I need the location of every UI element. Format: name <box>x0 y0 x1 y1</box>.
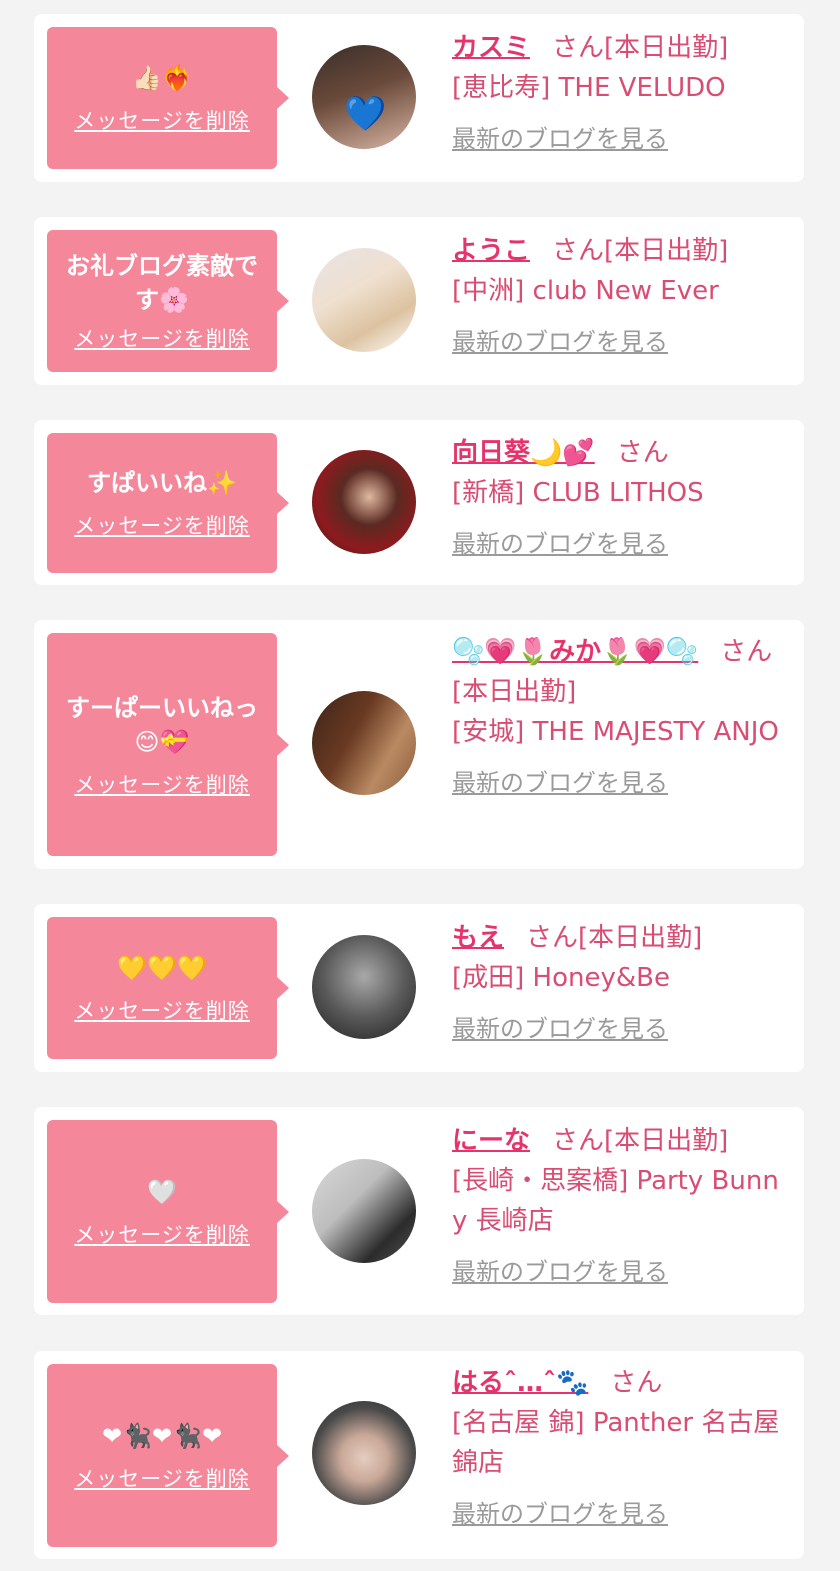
cast-info: 向日葵🌙💕 さん [新橋] CLUB LITHOS 最新のブログを見る <box>452 433 792 561</box>
message-bubble: 💛💛💛 メッセージを削除 <box>47 917 289 1059</box>
message-text: すーぱーいいねっ😊💝 <box>66 693 258 756</box>
cast-name-link[interactable]: 向日葵🌙💕 <box>452 438 595 468</box>
message-text: お礼ブログ素敵です🌸 <box>66 252 258 314</box>
honorific: さん <box>616 438 669 468</box>
delete-message-link[interactable]: メッセージを削除 <box>74 323 250 353</box>
delete-message-link[interactable]: メッセージを削除 <box>74 995 250 1025</box>
cast-name-link[interactable]: ようこ <box>452 236 530 266</box>
message-text: すぱいいね✨ <box>87 469 237 497</box>
delete-message-link[interactable]: メッセージを削除 <box>74 769 250 799</box>
honorific: さん <box>552 1126 605 1156</box>
avatar[interactable] <box>312 691 416 795</box>
honorific: さん <box>720 637 773 667</box>
message-bubble: 🤍 メッセージを削除 <box>47 1120 289 1303</box>
message-bubble: 👍🏻❤️‍🔥 メッセージを削除 <box>47 27 289 169</box>
avatar[interactable]: 💙 <box>312 45 416 149</box>
latest-blog-link[interactable]: 最新のブログを見る <box>452 325 792 359</box>
name-line: にーな さん[本日出勤] <box>452 1121 792 1161</box>
latest-blog-link[interactable]: 最新のブログを見る <box>452 1255 792 1289</box>
name-line: 🫧💗🌷みか🌷💗🫧 さん [本日出勤] <box>452 632 792 712</box>
status-label: [本日出勤] <box>604 236 729 266</box>
message-text: 👍🏻❤️‍🔥 <box>132 64 192 92</box>
cast-info: はるˆ…ˆ🐾 さん [名古屋 錦] Panther 名古屋錦店 最新のブログを見る <box>452 1363 792 1531</box>
honorific: さん <box>526 923 579 953</box>
shop-name: [安城] THE MAJESTY ANJO <box>452 717 779 747</box>
latest-blog-link[interactable]: 最新のブログを見る <box>452 527 792 561</box>
message-bubble: すぱいいね✨ メッセージを削除 <box>47 433 289 573</box>
status-label: [本日出勤] <box>452 677 577 707</box>
message-card: すぱいいね✨ メッセージを削除 向日葵🌙💕 さん [新橋] CLUB LITHOS… <box>34 420 804 585</box>
cast-name-link[interactable]: はるˆ…ˆ🐾 <box>452 1368 588 1398</box>
cast-info: にーな さん[本日出勤] [長崎・思案橋] Party Bunny 長崎店 最新の… <box>452 1121 792 1289</box>
message-text: 🤍 <box>147 1177 177 1206</box>
shop-name: [新橋] CLUB LITHOS <box>452 478 704 508</box>
avatar[interactable] <box>312 1159 416 1263</box>
cast-name-link[interactable]: にーな <box>452 1126 530 1156</box>
blue-heart-icon: 💙 <box>344 94 387 134</box>
message-card: お礼ブログ素敵です🌸 メッセージを削除 ようこ さん[本日出勤] [中洲] clu… <box>34 217 804 385</box>
honorific: さん <box>552 236 605 266</box>
cast-info: もえ さん[本日出勤] [成田] Honey&Be 最新のブログを見る <box>452 918 792 1046</box>
cast-info: ようこ さん[本日出勤] [中洲] club New Ever 最新のブログを見る <box>452 231 792 359</box>
message-card: すーぱーいいねっ😊💝 メッセージを削除 🫧💗🌷みか🌷💗🫧 さん [本日出勤] [安城… <box>34 620 804 869</box>
avatar[interactable] <box>312 248 416 352</box>
latest-blog-link[interactable]: 最新のブログを見る <box>452 766 792 800</box>
delete-message-link[interactable]: メッセージを削除 <box>74 1463 250 1493</box>
shop-name: [長崎・思案橋] Party Bunny 長崎店 <box>452 1166 779 1236</box>
latest-blog-link[interactable]: 最新のブログを見る <box>452 122 792 156</box>
status-label: [本日出勤] <box>604 1126 729 1156</box>
shop-name: [中洲] club New Ever <box>452 276 719 306</box>
message-text: 💛💛💛 <box>117 954 207 982</box>
message-card: ❤🐈‍⬛❤🐈‍⬛❤ メッセージを削除 はるˆ…ˆ🐾 さん [名古屋 錦] Pant… <box>34 1351 804 1559</box>
honorific: さん <box>610 1368 663 1398</box>
message-card: 🤍 メッセージを削除 にーな さん[本日出勤] [長崎・思案橋] Party Bu… <box>34 1107 804 1315</box>
message-card: 👍🏻❤️‍🔥 メッセージを削除 💙 カスミ さん[本日出勤] [恵比寿] THE … <box>34 14 804 182</box>
name-line: 向日葵🌙💕 さん <box>452 433 792 473</box>
message-card: 💛💛💛 メッセージを削除 もえ さん[本日出勤] [成田] Honey&Be 最新… <box>34 904 804 1072</box>
delete-message-link[interactable]: メッセージを削除 <box>74 1219 250 1249</box>
cast-name-link[interactable]: もえ <box>452 923 504 953</box>
latest-blog-link[interactable]: 最新のブログを見る <box>452 1497 792 1531</box>
cast-info: 🫧💗🌷みか🌷💗🫧 さん [本日出勤] [安城] THE MAJESTY ANJO 最… <box>452 632 792 800</box>
honorific: さん <box>552 33 605 63</box>
delete-message-link[interactable]: メッセージを削除 <box>74 105 250 135</box>
avatar[interactable] <box>312 935 416 1039</box>
status-label: [本日出勤] <box>604 33 729 63</box>
shop-name: [恵比寿] THE VELUDO <box>452 73 726 103</box>
message-bubble: お礼ブログ素敵です🌸 メッセージを削除 <box>47 230 289 372</box>
cast-info: カスミ さん[本日出勤] [恵比寿] THE VELUDO 最新のブログを見る <box>452 28 792 156</box>
name-line: カスミ さん[本日出勤] <box>452 28 792 68</box>
cast-name-link[interactable]: 🫧💗🌷みか🌷💗🫧 <box>452 637 698 667</box>
avatar[interactable] <box>312 1401 416 1505</box>
status-label: [本日出勤] <box>578 923 703 953</box>
delete-message-link[interactable]: メッセージを削除 <box>74 510 250 540</box>
avatar[interactable] <box>312 450 416 554</box>
name-line: もえ さん[本日出勤] <box>452 918 792 958</box>
message-list: 👍🏻❤️‍🔥 メッセージを削除 💙 カスミ さん[本日出勤] [恵比寿] THE … <box>0 0 840 1571</box>
shop-name: [名古屋 錦] Panther 名古屋錦店 <box>452 1408 780 1478</box>
latest-blog-link[interactable]: 最新のブログを見る <box>452 1012 792 1046</box>
shop-name: [成田] Honey&Be <box>452 963 670 993</box>
name-line: はるˆ…ˆ🐾 さん <box>452 1363 792 1403</box>
cast-name-link[interactable]: カスミ <box>452 33 530 63</box>
message-bubble: すーぱーいいねっ😊💝 メッセージを削除 <box>47 633 289 856</box>
name-line: ようこ さん[本日出勤] <box>452 231 792 271</box>
message-bubble: ❤🐈‍⬛❤🐈‍⬛❤ メッセージを削除 <box>47 1364 289 1547</box>
message-text: ❤🐈‍⬛❤🐈‍⬛❤ <box>101 1421 223 1450</box>
